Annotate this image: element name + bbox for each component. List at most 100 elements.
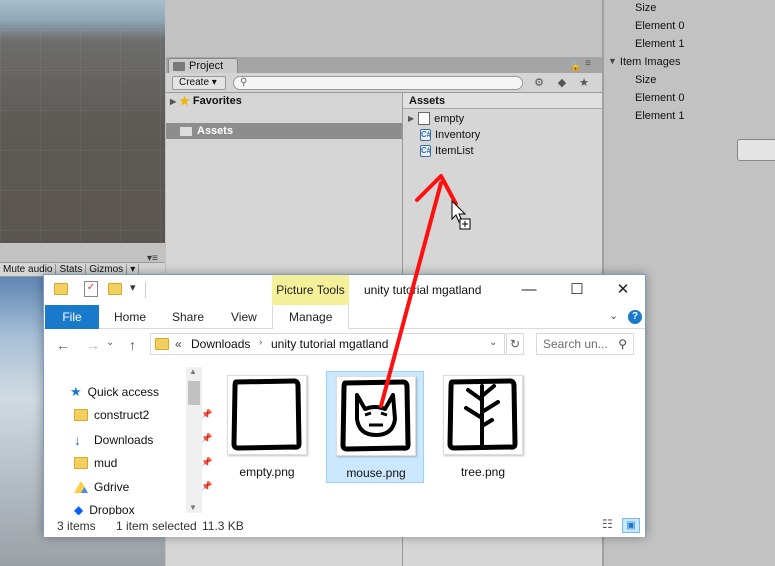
nav-label: Downloads (94, 433, 154, 447)
forward-icon[interactable]: → (86, 337, 100, 353)
up-icon[interactable]: ↑ (129, 337, 136, 353)
file-item-empty-png[interactable]: empty.png (218, 371, 316, 483)
tab-view[interactable]: View (231, 310, 257, 324)
image-thumbnail (336, 376, 416, 456)
breadcrumb-current-folder[interactable]: unity tutorial mgatland (271, 337, 388, 351)
csharp-script-icon: C# (420, 128, 432, 141)
tab-home[interactable]: Home (114, 310, 146, 324)
status-bar: 3 items 1 item selected 11.3 KB ☷ ▣ (44, 515, 645, 537)
properties-icon[interactable]: ✓ (84, 281, 98, 297)
tab-share[interactable]: Share (172, 310, 204, 324)
address-bar[interactable]: « Downloads › unity tutorial mgatland ⌄ (150, 333, 505, 355)
inspector-field-size: Size (635, 2, 657, 14)
nav-item-downloads[interactable]: ↓ Downloads 📌 (74, 432, 212, 448)
nav-label: Gdrive (94, 480, 130, 494)
inspector-field-size: Size (635, 74, 657, 86)
nav-item-construct2[interactable]: construct2 📌 (74, 408, 212, 422)
inspector-field-element-0: Element 0 (635, 20, 685, 32)
tab-manage-label: Manage (289, 310, 333, 324)
search-placeholder: Search un... (543, 337, 608, 351)
expand-ribbon-icon[interactable]: ⌄ (609, 309, 618, 322)
toolbar-divider (145, 282, 146, 298)
chevron-down-icon: ▾ (211, 77, 217, 88)
recent-locations-icon[interactable]: ⌄ (106, 337, 114, 348)
details-view-icon[interactable]: ☷ (602, 517, 613, 531)
nav-item-mud[interactable]: mud 📌 (74, 456, 212, 470)
nav-item-dropbox[interactable]: ◆ Dropbox 📌 (74, 504, 135, 515)
filter-by-label-icon[interactable]: ◆ (554, 75, 570, 91)
file-item-tree-png[interactable]: tree.png (434, 371, 532, 483)
image-thumbnail (443, 375, 523, 455)
create-button[interactable]: Create ▾ (172, 76, 226, 90)
file-name: tree.png (460, 465, 506, 479)
customize-toolbar-icon[interactable]: ▾ (130, 281, 136, 294)
large-icons-view-icon[interactable]: ▣ (622, 518, 640, 533)
address-dropdown-icon[interactable]: ⌄ (489, 337, 497, 348)
nav-item-gdrive[interactable]: Gdrive 📌 (74, 480, 212, 494)
panel-menu-icon[interactable]: ≡ (585, 58, 591, 69)
filter-by-type-icon[interactable]: ⚙ (531, 75, 547, 91)
search-input[interactable]: Search un... ⚲ (536, 333, 634, 355)
asset-item-inventory[interactable]: C# Inventory (420, 127, 480, 142)
pin-icon: 📌 (201, 409, 213, 419)
inspector-field-element-1: Element 1 (635, 110, 685, 122)
back-icon[interactable]: ← (56, 337, 70, 353)
asset-item-itemlist[interactable]: C# ItemList (420, 143, 474, 158)
help-icon[interactable]: ? (628, 310, 642, 324)
close-icon[interactable]: ✕ (608, 279, 638, 301)
tree-item-favorites[interactable]: ▶ ★ Favorites (170, 94, 242, 108)
folder-icon (173, 61, 185, 71)
minimize-icon[interactable]: — (514, 279, 544, 301)
assets-breadcrumb: Assets (403, 93, 602, 109)
favorite-star-icon[interactable]: ★ (576, 75, 592, 91)
scroll-up-icon[interactable]: ▲ (189, 367, 197, 376)
csharp-script-icon: C# (420, 144, 432, 157)
breadcrumb-separator-icon[interactable]: › (259, 337, 262, 348)
image-thumbnail (227, 375, 307, 455)
create-button-label: Create (179, 77, 210, 88)
asset-label: ItemList (435, 144, 474, 157)
file-item-mouse-png[interactable]: mouse.png (326, 371, 424, 483)
hierarchy-panel (166, 0, 602, 57)
scene-grid (0, 30, 165, 243)
expand-arrow-icon[interactable]: ▶ (408, 114, 414, 123)
expand-arrow-icon[interactable]: ▶ (170, 97, 176, 106)
tab-file[interactable]: File (45, 305, 99, 329)
folder-icon (180, 126, 192, 136)
inspector-button[interactable] (737, 139, 775, 161)
status-size: 11.3 KB (202, 519, 244, 533)
favorites-label: Favorites (192, 95, 242, 107)
nav-item-quick-access[interactable]: ★ Quick access (70, 384, 159, 400)
tab-project-label: Project (189, 60, 224, 72)
nav-label: construct2 (94, 408, 150, 422)
nav-scrollbar-thumb[interactable] (188, 381, 200, 405)
new-folder-icon[interactable] (108, 283, 122, 295)
scroll-down-icon[interactable]: ▼ (189, 503, 197, 512)
tree-item-assets[interactable]: Assets (166, 123, 402, 139)
pin-icon: 📌 (201, 433, 213, 443)
inspector-field-element-0: Element 0 (635, 92, 685, 104)
status-selection: 1 item selected (116, 519, 197, 533)
inspector-foldout-item-images[interactable]: ▼ Item Images (608, 56, 680, 68)
breadcrumb-downloads[interactable]: Downloads (191, 337, 250, 351)
download-arrow-icon: ↓ (74, 432, 81, 448)
lock-icon[interactable]: 🔒 (570, 61, 581, 72)
tree-assets-label: Assets (197, 125, 234, 137)
picture-tools-context: Picture Tools (272, 275, 349, 305)
file-icon (418, 112, 431, 125)
search-icon: ⚲ (618, 337, 627, 351)
status-item-count: 3 items (57, 519, 96, 533)
nav-label: mud (94, 456, 118, 470)
maximize-icon[interactable]: ☐ (562, 279, 592, 301)
project-search-input[interactable] (233, 76, 523, 90)
asset-label: Inventory (435, 128, 481, 141)
folder-icon (74, 409, 88, 421)
asset-item-empty[interactable]: ▶ empty (408, 111, 465, 126)
asset-label: empty (434, 112, 465, 125)
refresh-icon[interactable]: ↻ (506, 333, 524, 355)
tab-project[interactable]: Project (168, 58, 238, 73)
dropbox-icon: ◆ (74, 504, 84, 515)
folder-icon (74, 457, 88, 469)
window-title: unity tutorial mgatland (364, 283, 482, 297)
address-overflow[interactable]: « (175, 337, 182, 351)
